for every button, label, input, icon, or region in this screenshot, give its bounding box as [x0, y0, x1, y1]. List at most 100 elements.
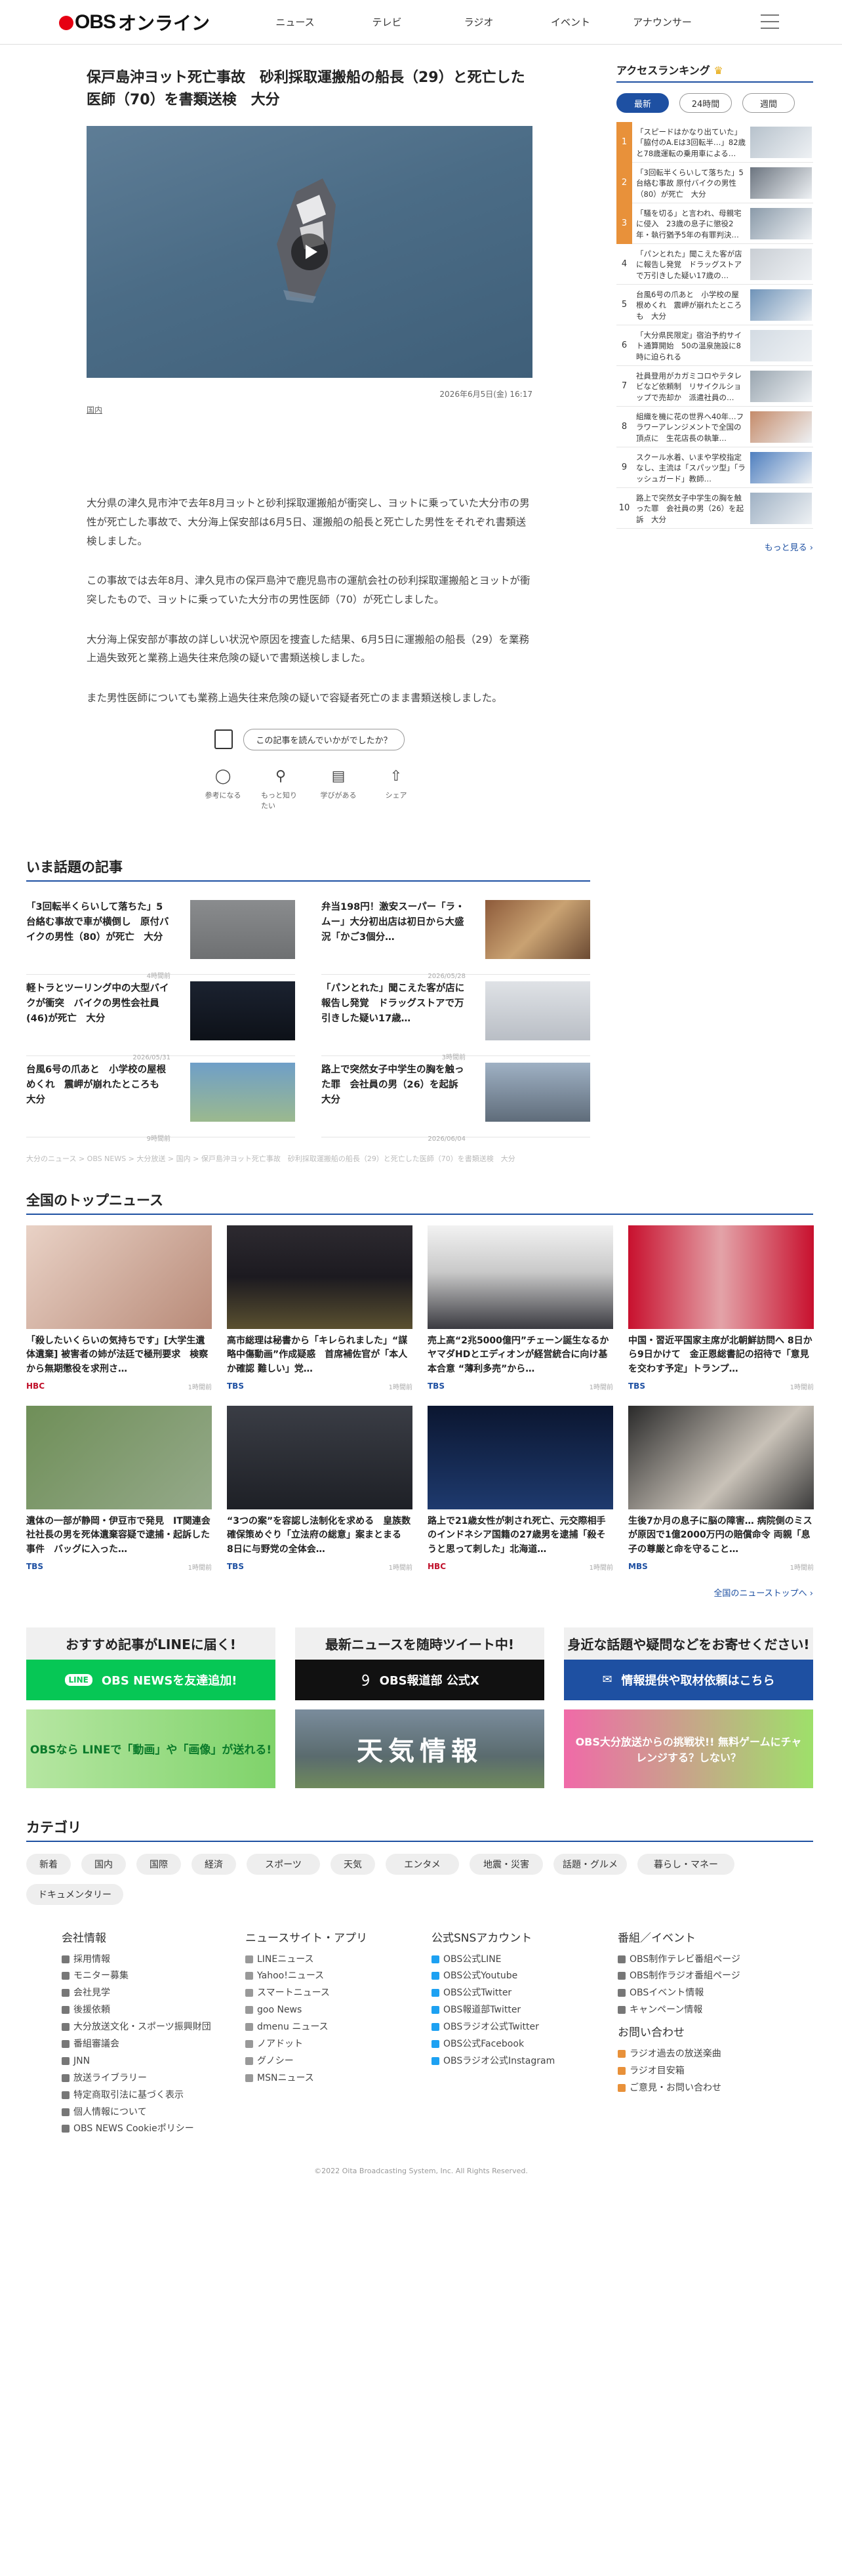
footer-link[interactable]: goo News — [245, 2002, 431, 2019]
footer-link[interactable]: OBSラジオ公式Twitter — [431, 2019, 618, 2036]
category-chip[interactable]: 話題・グルメ — [553, 1853, 627, 1875]
footer-link[interactable]: 会社見学 — [62, 1985, 245, 2002]
footer-link[interactable]: OBS公式Twitter — [431, 1985, 618, 2002]
nav-radio[interactable]: ラジオ — [433, 15, 525, 29]
footer-link[interactable]: ラジオ目安箱 — [618, 2063, 801, 2080]
category-chip[interactable]: ドキュメンタリー — [26, 1883, 123, 1905]
line-friend-button[interactable]: LINE OBS NEWSを友達追加! — [26, 1659, 275, 1700]
top-news-more-link[interactable]: 全国のニューストップへ › — [26, 1586, 813, 1599]
footer-link[interactable]: OBS公式LINE — [431, 1952, 618, 1969]
ranking-thumb — [750, 329, 812, 361]
reaction-helpful[interactable]: ◯ 参考になる — [203, 767, 243, 811]
footer-link[interactable]: MSNニュース — [245, 2070, 431, 2087]
top-news-card[interactable]: 路上で21歳女性が刺され死亡、元交際相手のインドネシア国籍の27歳男を逮捕「殺そ… — [428, 1405, 613, 1572]
category-chip[interactable]: エンタメ — [386, 1853, 459, 1875]
footer-link[interactable]: 番組審議会 — [62, 2036, 245, 2053]
footer-link[interactable]: OBS制作ラジオ番組ページ — [618, 1968, 801, 1985]
top-news-card[interactable]: 生後7か月の息子に脳の障害… 病院側のミスが原因で1億2000万円の賠償命令 両… — [628, 1405, 814, 1572]
top-news-card[interactable]: 高市総理は秘書から「キレられました」“謀略中傷動画”作成疑惑 首席補佐官が「本人… — [227, 1225, 412, 1391]
footer-link[interactable]: 採用情報 — [62, 1952, 245, 1969]
ranking-item[interactable]: 2 「3回転半くらいして落ちた」5台絡む事故 原付バイクの男性（80）が死亡 大分 — [616, 162, 813, 203]
category-chip[interactable]: 地震・災害 — [470, 1853, 543, 1875]
ranking-item[interactable]: 3 「騒を切る」と言われ、母親宅に侵入 23歳の息子に懲役2年・執行猶予5年の有罪… — [616, 203, 813, 244]
article-video[interactable] — [87, 126, 532, 378]
ranking-item[interactable]: 5 台風6号の爪あと 小学校の屋根めくれ 震岬が崩れたところも 大分 — [616, 285, 813, 325]
trending-item[interactable]: 路上で突然女子中学生の胸を触った罪 会社員の男（26）を起訴 大分 2026/06… — [321, 1056, 590, 1143]
category-chip[interactable]: 新着 — [26, 1853, 71, 1875]
nav-announcer[interactable]: アナウンサー — [616, 15, 708, 29]
top-news-card[interactable]: 「殺したいくらいの気持ちです」[大学生遺体遺棄] 被害者の姉が法廷で極刑要求 検… — [26, 1225, 212, 1391]
ranking-item[interactable]: 1 「スピードはかなり出ていた」「脇付のA.Eは3回転半…」82歳と78歳運転の乗… — [616, 121, 813, 163]
trending-item[interactable]: 弁当198円！激安スーパー「ラ・ムー」大分初出店は初日から大盛況「かご3個分… 2… — [321, 893, 590, 980]
feedback-button[interactable]: この記事を読んでいかがでしたか？ — [243, 728, 405, 750]
breadcrumb[interactable]: 大分のニュース > OBS NEWS > 大分放送 > 国内 > 保戸島沖ヨット… — [26, 1153, 590, 1164]
nav-event[interactable]: イベント — [525, 15, 616, 29]
reaction-more[interactable]: ⚲ もっと知りたい — [261, 767, 300, 811]
category-chip[interactable]: スポーツ — [247, 1853, 320, 1875]
footer-link[interactable]: 後援依頼 — [62, 2002, 245, 2019]
footer-link[interactable]: OBSイベント情報 — [618, 1985, 801, 2002]
footer-link[interactable]: OBS公式Facebook — [431, 2036, 618, 2053]
footer-link[interactable]: 個人情報について — [62, 2104, 245, 2121]
footer-link[interactable]: JNN — [62, 2053, 245, 2070]
reaction-learn[interactable]: ▤ 学びがある — [319, 767, 358, 811]
footer-link[interactable]: LINEニュース — [245, 1952, 431, 1969]
game-banner[interactable]: OBS大分放送からの挑戦状!! 無料ゲームにチャレンジする？しない？ — [564, 1709, 813, 1788]
x-account-button[interactable]: 𝟿 OBS報道部 公式X — [295, 1659, 544, 1700]
ranking-item[interactable]: 8 組織を機に花の世界へ40年…フラワーアレンジメントで全国の頂点に 生花店長の執… — [616, 407, 813, 447]
top-news-card[interactable]: 売上高“2兆5000億円”チェーン誕生なるか ヤマダHDとエディオンが経営統合に… — [428, 1225, 613, 1391]
footer-link[interactable]: OBS公式Youtube — [431, 1968, 618, 1985]
footer-link[interactable]: OBS NEWS Cookieポリシー — [62, 2121, 245, 2138]
footer-link[interactable]: ラジオ過去の放送楽曲 — [618, 2046, 801, 2063]
ranking-item[interactable]: 7 社員登用がカガミコロやテタレビなど依頼制 リサイクルショップで売却か 派遣社員… — [616, 366, 813, 407]
footer-link[interactable]: OBS報道部Twitter — [431, 2002, 618, 2019]
ranking-item[interactable]: 9 スクール水着、いまや学校指定なし、主流は「スパッツ型」「ラッシュガード」教師… — [616, 447, 813, 488]
menu-icon[interactable] — [761, 14, 779, 29]
tab-weekly[interactable]: 週間 — [742, 93, 795, 113]
footer-link[interactable]: グノシー — [245, 2053, 431, 2070]
footer-link[interactable]: ノアドット — [245, 2036, 431, 2053]
trending-item[interactable]: 「パンとれた」聞こえた客が店に報告し発覚 ドラッグストアで万引きした疑い17歳…… — [321, 975, 590, 1061]
trending-item[interactable]: 「3回転半くらいして落ちた」5台絡む事故で車が横倒し 原付バイクの男性（80）が… — [26, 893, 295, 980]
footer-link[interactable]: OBSラジオ公式Instagram — [431, 2053, 618, 2070]
category-chip[interactable]: 経済 — [191, 1853, 236, 1875]
share-icon: ⇧ — [390, 768, 403, 785]
category-chip[interactable]: 天気 — [331, 1853, 375, 1875]
footer-link[interactable]: 放送ライブラリー — [62, 2070, 245, 2087]
category-chip[interactable]: 暮らし・マネー — [637, 1853, 734, 1875]
ranking-more-link[interactable]: もっと見る › — [616, 541, 813, 553]
nav-tv[interactable]: テレビ — [341, 15, 433, 29]
footer-link[interactable]: dmenu ニュース — [245, 2019, 431, 2036]
play-icon[interactable] — [291, 234, 328, 271]
trending-item[interactable]: 台風6号の爪あと 小学校の屋根めくれ 震岬が崩れたところも 大分 9時間前 — [26, 1056, 295, 1143]
weather-banner[interactable]: 天気情報 — [295, 1709, 544, 1788]
ranking-item[interactable]: 4 「パンとれた」聞こえた客が店に報告し発覚 ドラッグストアで万引きした疑い17歳… — [616, 244, 813, 285]
top-news-card[interactable]: 中国・習近平国家主席が北朝鮮訪問へ 8日から9日かけて 金正恩総書記の招待で「意… — [628, 1225, 814, 1391]
site-logo[interactable]: OBS オンライン — [59, 9, 210, 35]
article-category[interactable]: 国内 — [87, 404, 102, 415]
footer-link[interactable]: モニター募集 — [62, 1968, 245, 1985]
copyright: ©2022 Oita Broadcasting System, Inc. All… — [314, 2167, 528, 2176]
trending-item[interactable]: 軽トラとツーリング中の大型バイクが衝突 バイクの男性会社員(46)が死亡 大分 2… — [26, 975, 295, 1061]
footer-link[interactable]: ご意見・お問い合わせ — [618, 2080, 801, 2097]
reaction-share[interactable]: ⇧ シェア — [376, 767, 416, 811]
line-banner[interactable]: OBSなら LINEで「動画」や「画像」が送れる! — [26, 1709, 275, 1788]
footer-link[interactable]: OBS制作テレビ番組ページ — [618, 1952, 801, 1969]
footer-link[interactable]: Yahoo!ニュース — [245, 1968, 431, 1985]
top-news-thumb — [26, 1225, 212, 1329]
tab-24h[interactable]: 24時間 — [679, 93, 732, 113]
tab-latest[interactable]: 最新 — [616, 93, 669, 113]
top-news-card[interactable]: 遺体の一部が静岡・伊豆市で発見 IT関連会社社長の男を死体遺棄容疑で逮捕・起訴し… — [26, 1405, 212, 1572]
nav-news[interactable]: ニュース — [249, 15, 341, 29]
footer-link[interactable]: キャンペーン情報 — [618, 2002, 801, 2019]
article: 保戸島沖ヨット死亡事故 砂利採取運搬船の船長（29）と死亡した医師（70）を書類… — [26, 45, 559, 811]
category-chip[interactable]: 国内 — [81, 1853, 126, 1875]
ranking-item[interactable]: 6 「大分県民限定」宿泊予約サイト通算開始 50の温泉施設に8時に迫られる — [616, 325, 813, 366]
top-news-card[interactable]: “3つの案”を容認し法制化を求める 皇族数確保策めぐり「立法府の総意」案まとまる… — [227, 1405, 412, 1572]
category-chip[interactable]: 国際 — [136, 1853, 181, 1875]
footer-link[interactable]: スマートニュース — [245, 1985, 431, 2002]
footer-link[interactable]: 特定商取引法に基づく表示 — [62, 2087, 245, 2104]
contact-button[interactable]: ✉ 情報提供や取材依頼はこちら — [564, 1659, 813, 1700]
ranking-item[interactable]: 10 路上で突然女子中学生の胸を触った罪 会社員の男（26）を起訴 大分 — [616, 488, 813, 529]
footer-link[interactable]: 大分放送文化・スポーツ振興財団 — [62, 2019, 245, 2036]
